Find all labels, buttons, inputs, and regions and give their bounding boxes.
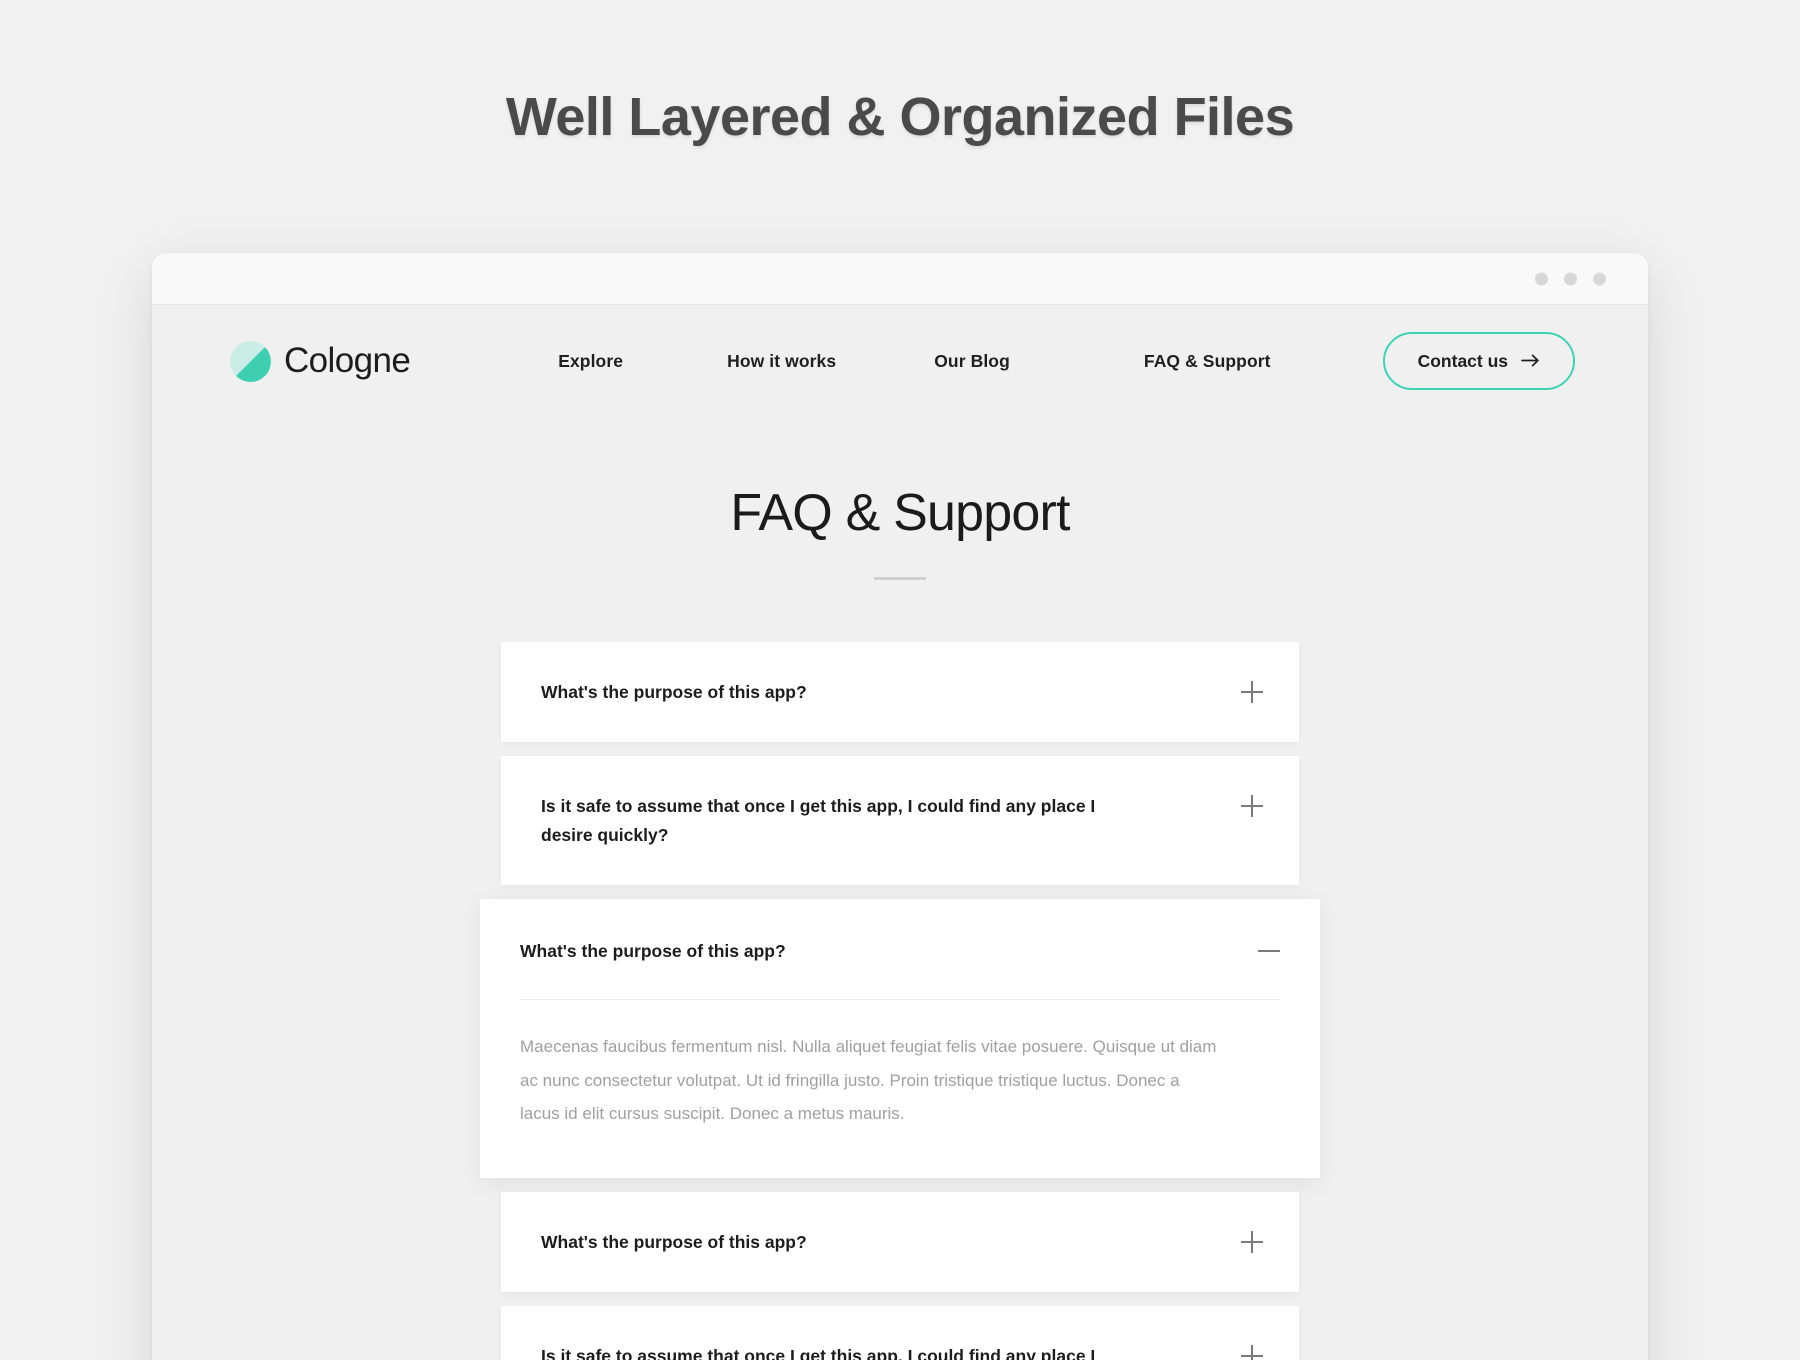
page-title: FAQ & Support	[730, 484, 1070, 542]
plus-icon[interactable]	[1241, 1230, 1263, 1253]
arrow-right-icon	[1521, 351, 1540, 372]
faq-item-header[interactable]: What's the purpose of this app?	[480, 899, 1320, 965]
site-navbar: Cologne Explore How it works Our Blog FA…	[152, 305, 1648, 417]
primary-nav: Explore How it works Our Blog FAQ & Supp…	[558, 351, 1270, 372]
faq-accordion: What's the purpose of this app? Is it sa…	[152, 642, 1648, 1360]
window-dot-2[interactable]	[1564, 272, 1577, 285]
faq-item[interactable]: Is it safe to assume that once I get thi…	[501, 1306, 1299, 1360]
nav-link-faq-support[interactable]: FAQ & Support	[1144, 351, 1271, 372]
nav-link-our-blog[interactable]: Our Blog	[934, 351, 1010, 372]
faq-question: What's the purpose of this app?	[541, 1231, 807, 1252]
nav-link-how-it-works[interactable]: How it works	[727, 351, 836, 372]
browser-title-bar	[152, 253, 1648, 305]
browser-window-mockup: Cologne Explore How it works Our Blog FA…	[152, 253, 1648, 1360]
window-dot-1[interactable]	[1535, 272, 1548, 285]
window-controls	[1535, 272, 1606, 285]
faq-answer-panel: Maecenas faucibus fermentum nisl. Nulla …	[480, 999, 1320, 1177]
page-banner-title: Well Layered & Organized Files	[505, 87, 1295, 147]
cologne-logo-icon	[230, 340, 271, 382]
faq-item-header[interactable]: Is it safe to assume that once I get thi…	[501, 1306, 1299, 1360]
contact-us-button[interactable]: Contact us	[1382, 332, 1576, 390]
contact-us-label: Contact us	[1417, 350, 1509, 371]
heading-divider	[874, 577, 926, 580]
faq-item[interactable]: What's the purpose of this app?	[501, 1191, 1299, 1293]
minus-icon[interactable]	[1258, 940, 1280, 962]
faq-answer: Maecenas faucibus fermentum nisl. Nulla …	[520, 1037, 1217, 1123]
faq-item[interactable]: Is it safe to assume that once I get thi…	[501, 756, 1299, 886]
plus-icon[interactable]	[1241, 681, 1263, 703]
faq-item[interactable]: What's the purpose of this app?	[501, 642, 1299, 743]
window-dot-3[interactable]	[1593, 272, 1606, 285]
faq-separator	[520, 999, 1280, 1001]
plus-icon[interactable]	[1241, 795, 1263, 818]
nav-link-explore[interactable]: Explore	[558, 351, 623, 372]
faq-item-header[interactable]: Is it safe to assume that once I get thi…	[501, 756, 1299, 885]
faq-item-header[interactable]: What's the purpose of this app?	[501, 642, 1299, 742]
brand-logo[interactable]: Cologne	[230, 340, 411, 382]
faq-question: Is it safe to assume that once I get thi…	[541, 796, 1096, 845]
faq-question: What's the purpose of this app?	[520, 941, 786, 962]
plus-icon[interactable]	[1241, 1345, 1263, 1360]
faq-question: What's the purpose of this app?	[541, 682, 807, 702]
faq-item-header[interactable]: What's the purpose of this app?	[501, 1192, 1299, 1292]
faq-question: Is it safe to assume that once I get thi…	[541, 1346, 1096, 1360]
faq-item-expanded[interactable]: What's the purpose of this app? Maecenas…	[480, 899, 1320, 1178]
brand-name: Cologne	[284, 341, 411, 380]
